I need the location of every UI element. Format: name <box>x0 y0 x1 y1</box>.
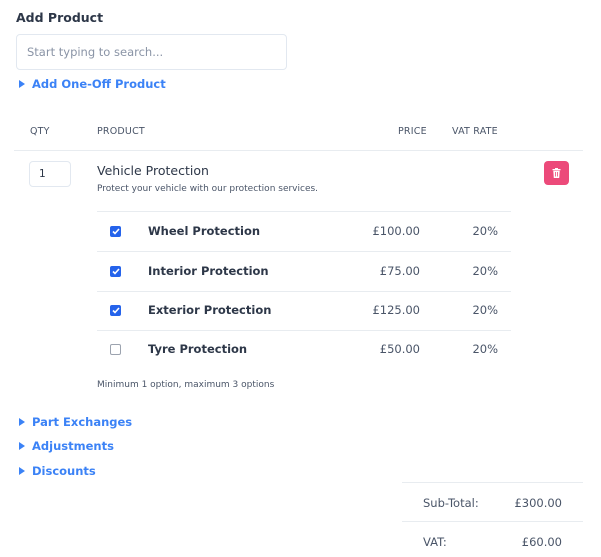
product-name: Vehicle Protection <box>97 163 209 178</box>
quantity-input[interactable] <box>29 161 71 187</box>
option-vat: 20% <box>472 224 498 238</box>
vat-value: £60.00 <box>521 535 562 549</box>
discounts-toggle[interactable]: Discounts <box>19 464 96 478</box>
column-header-product: PRODUCT <box>97 126 145 137</box>
option-row-wheel-protection: Wheel Protection £100.00 20% <box>97 212 511 252</box>
product-description: Protect your vehicle with our protection… <box>97 184 319 194</box>
column-header-qty: QTY <box>30 126 50 137</box>
add-one-off-product-toggle[interactable]: Add One-Off Product <box>19 77 166 91</box>
column-header-price: PRICE <box>398 126 427 137</box>
adjustments-label: Adjustments <box>32 439 114 453</box>
part-exchanges-label: Part Exchanges <box>32 415 133 429</box>
option-price: £125.00 <box>372 303 420 317</box>
header-divider <box>14 150 583 151</box>
column-header-vat-rate: VAT RATE <box>452 126 498 137</box>
option-name: Tyre Protection <box>148 342 248 356</box>
option-price: £100.00 <box>372 224 420 238</box>
option-checkbox[interactable] <box>110 226 121 237</box>
option-checkbox[interactable] <box>110 344 121 355</box>
summary-divider <box>402 521 583 522</box>
part-exchanges-toggle[interactable]: Part Exchanges <box>19 415 132 429</box>
caret-right-icon <box>19 80 25 88</box>
option-checkbox[interactable] <box>110 305 121 316</box>
vat-label: VAT: <box>423 535 447 549</box>
adjustments-toggle[interactable]: Adjustments <box>19 439 114 453</box>
option-name: Exterior Protection <box>148 303 272 317</box>
subtotal-value: £300.00 <box>514 496 562 510</box>
option-name: Interior Protection <box>148 264 269 278</box>
option-vat: 20% <box>472 264 498 278</box>
subtotal-label: Sub-Total: <box>423 496 479 510</box>
option-row-interior-protection: Interior Protection £75.00 20% <box>97 252 511 292</box>
checkmark-icon <box>111 307 120 314</box>
option-price: £50.00 <box>379 342 420 356</box>
option-name: Wheel Protection <box>148 224 261 238</box>
product-search-input[interactable] <box>16 34 287 70</box>
trash-icon <box>552 168 561 178</box>
checkmark-icon <box>111 268 120 275</box>
option-row-exterior-protection: Exterior Protection £125.00 20% <box>97 291 511 331</box>
add-one-off-product-label: Add One-Off Product <box>32 77 166 91</box>
option-checkbox[interactable] <box>110 266 121 277</box>
discounts-label: Discounts <box>32 464 96 478</box>
option-vat: 20% <box>472 303 498 317</box>
option-vat: 20% <box>472 342 498 356</box>
option-row-tyre-protection: Tyre Protection £50.00 20% <box>97 330 511 370</box>
caret-right-icon <box>19 418 25 426</box>
summary-top-divider <box>402 482 583 483</box>
caret-right-icon <box>19 467 25 475</box>
add-product-title: Add Product <box>16 10 104 25</box>
options-hint: Minimum 1 option, maximum 3 options <box>97 380 275 390</box>
caret-right-icon <box>19 442 25 450</box>
option-price: £75.00 <box>379 264 420 278</box>
checkmark-icon <box>111 228 120 235</box>
delete-line-item-button[interactable] <box>544 161 569 185</box>
